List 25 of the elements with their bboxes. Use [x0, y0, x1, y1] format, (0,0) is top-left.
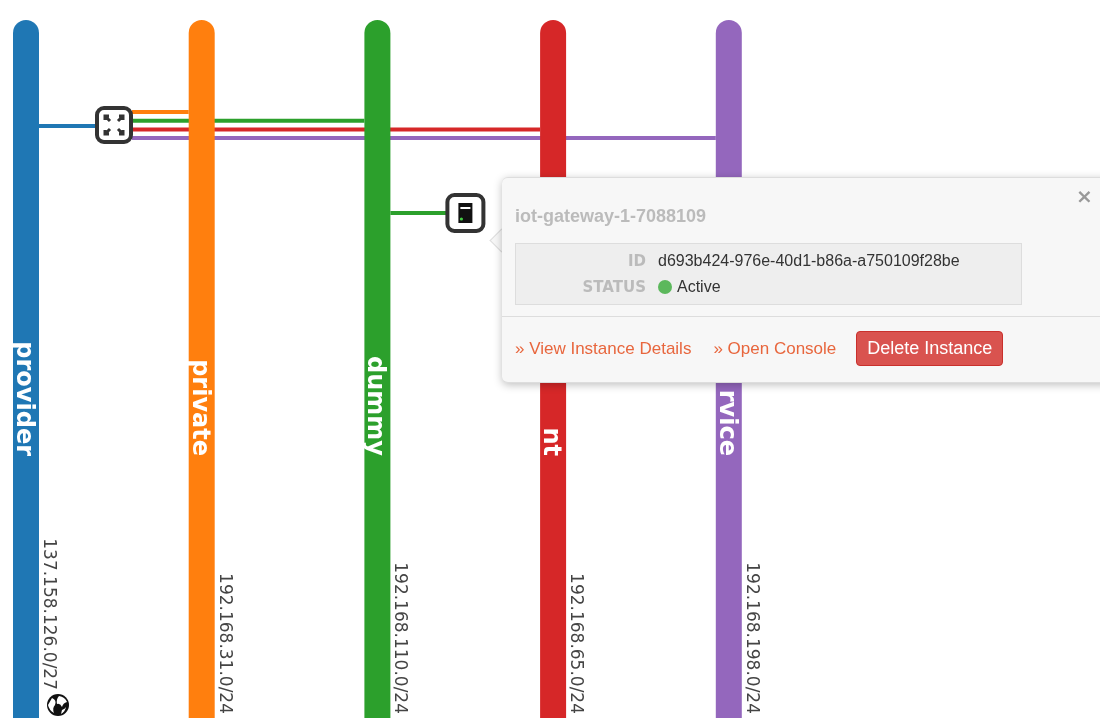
- network-bar[interactable]: [13, 20, 39, 718]
- close-icon[interactable]: ×: [1076, 186, 1093, 206]
- popup-link[interactable]: » View Instance Details: [515, 338, 692, 359]
- subnet-label: 137.158.126.0/27: [40, 538, 60, 690]
- link-line: [132, 110, 189, 114]
- network-name: rvice: [713, 389, 742, 456]
- delete-button[interactable]: Delete Instance: [856, 331, 1004, 366]
- network-name: private: [186, 359, 215, 456]
- network-name: dummy: [362, 356, 391, 456]
- router-icon[interactable]: [95, 106, 133, 144]
- link-line: [39, 124, 96, 128]
- field-value: Active: [677, 278, 721, 296]
- field-value: d693b424-976e-40d1-b86a-a750109f28be: [658, 252, 960, 270]
- server-icon[interactable]: [445, 193, 486, 233]
- subnet-label: 192.168.198.0/24: [742, 562, 763, 714]
- network-bar[interactable]: [188, 20, 215, 718]
- link-line: [390, 211, 448, 215]
- network-name: provider: [11, 341, 39, 456]
- subnet-label: 192.168.31.0/24: [215, 573, 236, 714]
- network-name: nt: [538, 427, 567, 456]
- popup-link[interactable]: » Open Console: [713, 338, 837, 359]
- subnet-label: 192.168.65.0/24: [567, 573, 588, 714]
- popup-title: iot-gateway-1-7088109: [515, 206, 707, 227]
- network-bar[interactable]: [364, 20, 391, 718]
- subnet-label: 192.168.110.0/24: [391, 562, 412, 714]
